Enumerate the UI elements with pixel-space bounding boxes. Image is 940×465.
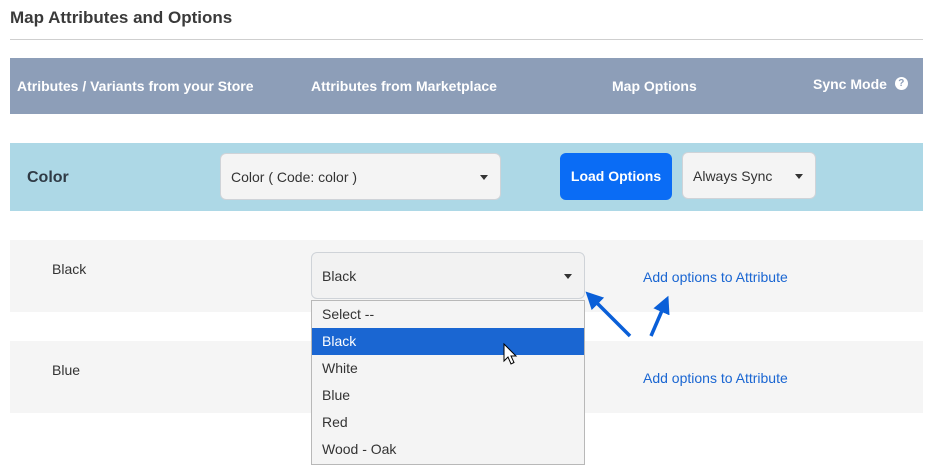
annotation-arrow-icon [649, 295, 670, 337]
annotation-overlay [503, 291, 670, 365]
annotation-arrow-icon [585, 291, 632, 338]
mouse-cursor-icon [503, 342, 518, 365]
